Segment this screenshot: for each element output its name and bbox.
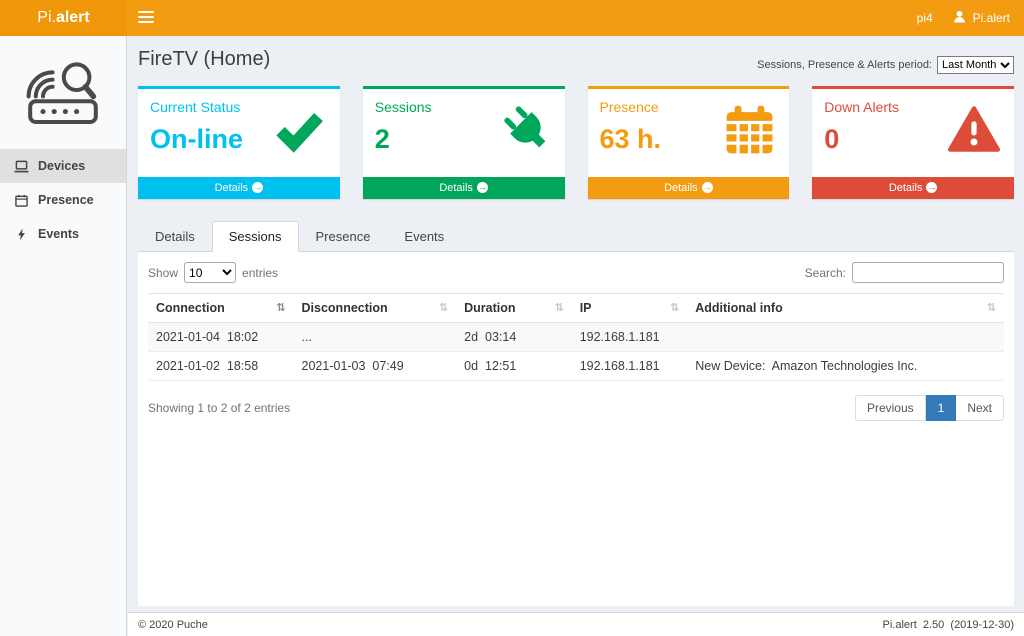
pialert-logo-icon (19, 52, 107, 133)
cell-additional-info: New Device: Amazon Technologies Inc. (687, 352, 1004, 381)
current-status-card: Current Status On-line Details→ (138, 86, 340, 199)
sidebar-item-label: Events (38, 227, 79, 241)
column-header-additional-info[interactable]: Additional info⇅ (687, 294, 1004, 323)
table-row: 2021-01-04 18:02 ... 2d 03:14 192.168.1.… (148, 323, 1004, 352)
plug-icon (501, 103, 553, 160)
sessions-table: Connection⇅ Disconnection⇅ Duration⇅ IP⇅… (148, 293, 1004, 381)
arrow-circle-icon: → (702, 182, 713, 193)
cell-ip: 192.168.1.181 (572, 323, 688, 352)
pagination-previous-button[interactable]: Previous (855, 395, 926, 421)
top-navbar: Pi.alert pi4 Pi.alert (0, 0, 1024, 36)
brand-prefix: Pi. (37, 9, 56, 27)
hostname-label: pi4 (917, 11, 933, 25)
bolt-icon (13, 228, 29, 241)
table-controls: Show 10 entries Search: (148, 262, 1004, 283)
details-link[interactable]: Details→ (138, 177, 340, 199)
column-header-connection[interactable]: Connection⇅ (148, 294, 294, 323)
sidebar-menu: Devices Presence Events (0, 149, 126, 251)
main-content: FireTV (Home) Sessions, Presence & Alert… (128, 36, 1024, 612)
check-icon (270, 103, 328, 160)
presence-card: Presence 63 h. (588, 86, 790, 199)
tab-details[interactable]: Details (138, 221, 212, 252)
sidebar-item-events[interactable]: Events (0, 217, 126, 251)
sidebar: Devices Presence Events (0, 36, 127, 636)
page-title: FireTV (Home) (138, 48, 270, 71)
content-header: FireTV (Home) Sessions, Presence & Alert… (138, 44, 1014, 74)
cell-ip: 192.168.1.181 (572, 352, 688, 381)
down-alerts-card: Down Alerts 0 Details→ (812, 86, 1014, 199)
sidebar-toggle-button[interactable] (127, 0, 165, 36)
brand-logo[interactable]: Pi.alert (0, 0, 127, 36)
details-link[interactable]: Details→ (812, 177, 1014, 199)
table-summary: Showing 1 to 2 of 2 entries (148, 401, 290, 415)
period-label: Sessions, Presence & Alerts period: (757, 59, 932, 71)
details-link[interactable]: Details→ (588, 177, 790, 199)
page-size-select[interactable]: 10 (184, 262, 236, 283)
sort-icon: ⇅ (554, 301, 563, 314)
summary-cards: Current Status On-line Details→ Sessions… (138, 86, 1014, 199)
page-length-control: Show 10 entries (148, 262, 278, 283)
arrow-circle-icon: → (477, 182, 488, 193)
arrow-circle-icon: → (252, 182, 263, 193)
column-header-duration[interactable]: Duration⇅ (456, 294, 572, 323)
hamburger-icon (138, 11, 154, 26)
user-icon (953, 10, 966, 26)
sessions-card: Sessions 2 Details→ (363, 86, 565, 199)
cell-connection: 2021-01-02 18:58 (148, 352, 294, 381)
card-body: Presence 63 h. (588, 89, 790, 177)
footer-copyright: © 2020 Puche (138, 619, 208, 631)
pagination-page-1-button[interactable]: 1 (926, 395, 957, 421)
calendar-icon (13, 194, 29, 207)
pagination: Previous 1 Next (855, 395, 1004, 421)
calendar-icon (722, 103, 777, 163)
sidebar-item-presence[interactable]: Presence (0, 183, 126, 217)
cell-duration: 0d 12:51 (456, 352, 572, 381)
card-body: Down Alerts 0 (812, 89, 1014, 177)
table-header-row: Connection⇅ Disconnection⇅ Duration⇅ IP⇅… (148, 294, 1004, 323)
cell-disconnection: 2021-01-03 07:49 (294, 352, 457, 381)
footer: © 2020 Puche Pi.alert 2.50 (2019-12-30) (128, 612, 1024, 636)
sidebar-item-label: Presence (38, 193, 94, 207)
arrow-circle-icon: → (926, 182, 937, 193)
sidebar-item-label: Devices (38, 159, 85, 173)
sidebar-item-devices[interactable]: Devices (0, 149, 126, 183)
search-label: Search: (805, 266, 846, 280)
cell-connection: 2021-01-04 18:02 (148, 323, 294, 352)
tab-events[interactable]: Events (387, 221, 461, 252)
tab-presence[interactable]: Presence (299, 221, 388, 252)
sessions-panel: Show 10 entries Search: Connection⇅ Disc… (138, 252, 1014, 606)
user-menu-label: Pi.alert (973, 11, 1010, 25)
laptop-icon (13, 160, 29, 173)
brand-bold: alert (56, 9, 90, 27)
card-body: Sessions 2 (363, 89, 565, 177)
device-tabs: Details Sessions Presence Events (138, 221, 1014, 252)
sort-icon: ⇅ (439, 301, 448, 314)
period-select[interactable]: Last Month (937, 56, 1014, 74)
sort-icon: ⇅ (276, 301, 285, 314)
card-body: Current Status On-line (138, 89, 340, 177)
table-footer: Showing 1 to 2 of 2 entries Previous 1 N… (148, 395, 1004, 421)
period-control: Sessions, Presence & Alerts period: Last… (757, 56, 1014, 74)
column-header-disconnection[interactable]: Disconnection⇅ (294, 294, 457, 323)
warning-icon (946, 103, 1002, 160)
pagination-next-button[interactable]: Next (956, 395, 1004, 421)
sort-icon: ⇅ (987, 301, 996, 314)
show-label: Show (148, 266, 178, 280)
table-row: 2021-01-02 18:58 2021-01-03 07:49 0d 12:… (148, 352, 1004, 381)
cell-duration: 2d 03:14 (456, 323, 572, 352)
footer-version: Pi.alert 2.50 (2019-12-30) (883, 619, 1014, 631)
tab-sessions[interactable]: Sessions (212, 221, 299, 252)
entries-label: entries (242, 266, 278, 280)
details-link[interactable]: Details→ (363, 177, 565, 199)
sort-icon: ⇅ (670, 301, 679, 314)
search-control: Search: (805, 262, 1004, 283)
user-menu[interactable]: Pi.alert (953, 10, 1010, 26)
column-header-ip[interactable]: IP⇅ (572, 294, 688, 323)
cell-disconnection: ... (294, 323, 457, 352)
cell-additional-info (687, 323, 1004, 352)
navbar-right: pi4 Pi.alert (917, 0, 1024, 36)
search-input[interactable] (852, 262, 1004, 283)
